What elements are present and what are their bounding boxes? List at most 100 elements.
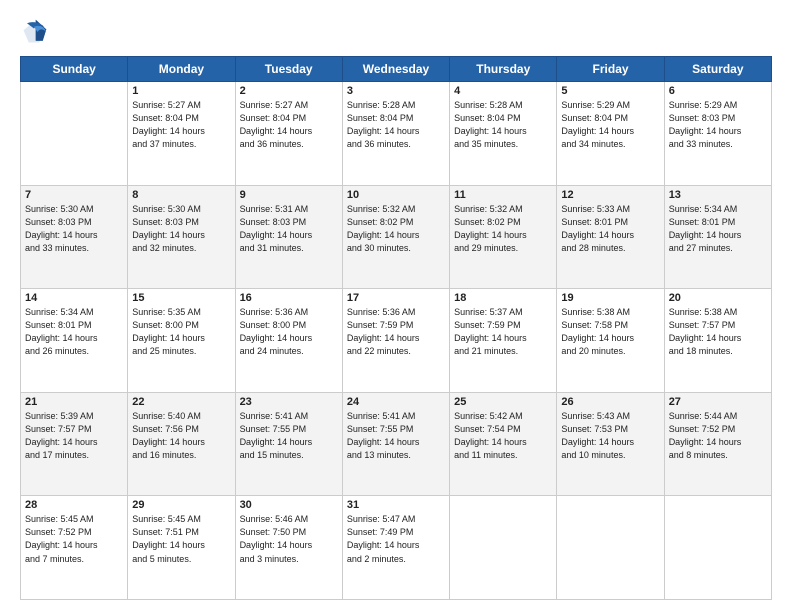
weekday-header: Sunday: [21, 57, 128, 82]
calendar-cell: 10 Sunrise: 5:32 AM Sunset: 8:02 PM Dayli…: [342, 185, 449, 289]
day-info: Sunrise: 5:43 AM Sunset: 7:53 PM Dayligh…: [561, 410, 659, 462]
logo-icon: [20, 18, 48, 46]
calendar-cell: 15 Sunrise: 5:35 AM Sunset: 8:00 PM Dayli…: [128, 289, 235, 393]
day-number: 17: [347, 292, 445, 304]
day-info: Sunrise: 5:42 AM Sunset: 7:54 PM Dayligh…: [454, 410, 552, 462]
calendar-cell: 22 Sunrise: 5:40 AM Sunset: 7:56 PM Dayli…: [128, 392, 235, 496]
day-number: 27: [669, 396, 767, 408]
calendar-cell: 16Sunrise: 5:36 AM Sunset: 8:00 PM Dayli…: [235, 289, 342, 393]
day-number: 31: [347, 499, 445, 511]
day-info: Sunrise: 5:38 AM Sunset: 7:57 PM Dayligh…: [669, 306, 767, 358]
day-info: Sunrise: 5:29 AM Sunset: 8:04 PM Dayligh…: [561, 99, 659, 151]
calendar-cell: 2 Sunrise: 5:27 AM Sunset: 8:04 PM Daylig…: [235, 82, 342, 186]
day-number: 18: [454, 292, 552, 304]
day-number: 13: [669, 189, 767, 201]
day-info: Sunrise: 5:28 AM Sunset: 8:04 PM Dayligh…: [454, 99, 552, 151]
day-info: Sunrise: 5:35 AM Sunset: 8:00 PM Dayligh…: [132, 306, 230, 358]
calendar-cell: 9 Sunrise: 5:31 AM Sunset: 8:03 PM Daylig…: [235, 185, 342, 289]
weekday-header: Tuesday: [235, 57, 342, 82]
day-info: Sunrise: 5:27 AM Sunset: 8:04 PM Dayligh…: [240, 99, 338, 151]
calendar-cell: 4 Sunrise: 5:28 AM Sunset: 8:04 PM Daylig…: [450, 82, 557, 186]
day-info: Sunrise: 5:32 AM Sunset: 8:02 PM Dayligh…: [454, 203, 552, 255]
day-info: Sunrise: 5:45 AM Sunset: 7:51 PM Dayligh…: [132, 513, 230, 565]
calendar-cell: 17 Sunrise: 5:36 AM Sunset: 7:59 PM Dayli…: [342, 289, 449, 393]
day-number: 30: [240, 499, 338, 511]
calendar-week-row: 7 Sunrise: 5:30 AM Sunset: 8:03 PM Daylig…: [21, 185, 772, 289]
weekday-header: Thursday: [450, 57, 557, 82]
day-number: 12: [561, 189, 659, 201]
calendar-cell: 8Sunrise: 5:30 AM Sunset: 8:03 PM Daylig…: [128, 185, 235, 289]
day-number: 11: [454, 189, 552, 201]
calendar-week-row: 21 Sunrise: 5:39 AM Sunset: 7:57 PM Dayli…: [21, 392, 772, 496]
day-info: Sunrise: 5:45 AM Sunset: 7:52 PM Dayligh…: [25, 513, 123, 565]
day-info: Sunrise: 5:38 AM Sunset: 7:58 PM Dayligh…: [561, 306, 659, 358]
calendar-cell: 19 Sunrise: 5:38 AM Sunset: 7:58 PM Dayli…: [557, 289, 664, 393]
weekday-header: Monday: [128, 57, 235, 82]
calendar-cell: [21, 82, 128, 186]
calendar-table: SundayMondayTuesdayWednesdayThursdayFrid…: [20, 56, 772, 600]
day-info: Sunrise: 5:28 AM Sunset: 8:04 PM Dayligh…: [347, 99, 445, 151]
day-info: Sunrise: 5:32 AM Sunset: 8:02 PM Dayligh…: [347, 203, 445, 255]
calendar-header-row: SundayMondayTuesdayWednesdayThursdayFrid…: [21, 57, 772, 82]
day-number: 14: [25, 292, 123, 304]
calendar-cell: 26 Sunrise: 5:43 AM Sunset: 7:53 PM Dayli…: [557, 392, 664, 496]
calendar-cell: [450, 496, 557, 600]
page-header: [20, 18, 772, 46]
day-info: Sunrise: 5:39 AM Sunset: 7:57 PM Dayligh…: [25, 410, 123, 462]
calendar-cell: 18 Sunrise: 5:37 AM Sunset: 7:59 PM Dayli…: [450, 289, 557, 393]
calendar-cell: [557, 496, 664, 600]
day-number: 10: [347, 189, 445, 201]
day-info: Sunrise: 5:30 AM Sunset: 8:03 PM Dayligh…: [25, 203, 123, 255]
day-number: 28: [25, 499, 123, 511]
calendar-cell: 6Sunrise: 5:29 AM Sunset: 8:03 PM Daylig…: [664, 82, 771, 186]
day-number: 2: [240, 85, 338, 97]
calendar-cell: 27 Sunrise: 5:44 AM Sunset: 7:52 PM Dayli…: [664, 392, 771, 496]
day-number: 21: [25, 396, 123, 408]
day-info: Sunrise: 5:29 AM Sunset: 8:03 PM Dayligh…: [669, 99, 767, 151]
calendar-week-row: 1 Sunrise: 5:27 AM Sunset: 8:04 PM Daylig…: [21, 82, 772, 186]
calendar-cell: 30 Sunrise: 5:46 AM Sunset: 7:50 PM Dayli…: [235, 496, 342, 600]
day-number: 25: [454, 396, 552, 408]
day-number: 22: [132, 396, 230, 408]
calendar-cell: 23Sunrise: 5:41 AM Sunset: 7:55 PM Dayli…: [235, 392, 342, 496]
day-number: 3: [347, 85, 445, 97]
day-number: 1: [132, 85, 230, 97]
calendar-cell: 12Sunrise: 5:33 AM Sunset: 8:01 PM Dayli…: [557, 185, 664, 289]
day-info: Sunrise: 5:34 AM Sunset: 8:01 PM Dayligh…: [25, 306, 123, 358]
calendar-cell: 13 Sunrise: 5:34 AM Sunset: 8:01 PM Dayli…: [664, 185, 771, 289]
calendar-cell: 24 Sunrise: 5:41 AM Sunset: 7:55 PM Dayli…: [342, 392, 449, 496]
day-info: Sunrise: 5:27 AM Sunset: 8:04 PM Dayligh…: [132, 99, 230, 151]
day-info: Sunrise: 5:47 AM Sunset: 7:49 PM Dayligh…: [347, 513, 445, 565]
day-number: 29: [132, 499, 230, 511]
calendar-cell: 29 Sunrise: 5:45 AM Sunset: 7:51 PM Dayli…: [128, 496, 235, 600]
day-number: 16: [240, 292, 338, 304]
day-info: Sunrise: 5:41 AM Sunset: 7:55 PM Dayligh…: [347, 410, 445, 462]
day-info: Sunrise: 5:46 AM Sunset: 7:50 PM Dayligh…: [240, 513, 338, 565]
calendar-cell: 1 Sunrise: 5:27 AM Sunset: 8:04 PM Daylig…: [128, 82, 235, 186]
day-number: 7: [25, 189, 123, 201]
day-number: 26: [561, 396, 659, 408]
day-info: Sunrise: 5:36 AM Sunset: 7:59 PM Dayligh…: [347, 306, 445, 358]
day-info: Sunrise: 5:34 AM Sunset: 8:01 PM Dayligh…: [669, 203, 767, 255]
day-info: Sunrise: 5:44 AM Sunset: 7:52 PM Dayligh…: [669, 410, 767, 462]
weekday-header: Saturday: [664, 57, 771, 82]
calendar-cell: 7 Sunrise: 5:30 AM Sunset: 8:03 PM Daylig…: [21, 185, 128, 289]
calendar-cell: 11 Sunrise: 5:32 AM Sunset: 8:02 PM Dayli…: [450, 185, 557, 289]
weekday-header: Wednesday: [342, 57, 449, 82]
day-number: 15: [132, 292, 230, 304]
weekday-header: Friday: [557, 57, 664, 82]
day-number: 4: [454, 85, 552, 97]
day-number: 19: [561, 292, 659, 304]
calendar-cell: 28 Sunrise: 5:45 AM Sunset: 7:52 PM Dayli…: [21, 496, 128, 600]
calendar-week-row: 28 Sunrise: 5:45 AM Sunset: 7:52 PM Dayli…: [21, 496, 772, 600]
day-number: 20: [669, 292, 767, 304]
day-info: Sunrise: 5:40 AM Sunset: 7:56 PM Dayligh…: [132, 410, 230, 462]
calendar-cell: 31 Sunrise: 5:47 AM Sunset: 7:49 PM Dayli…: [342, 496, 449, 600]
day-info: Sunrise: 5:37 AM Sunset: 7:59 PM Dayligh…: [454, 306, 552, 358]
day-info: Sunrise: 5:30 AM Sunset: 8:03 PM Dayligh…: [132, 203, 230, 255]
day-number: 5: [561, 85, 659, 97]
day-number: 24: [347, 396, 445, 408]
day-number: 9: [240, 189, 338, 201]
day-info: Sunrise: 5:31 AM Sunset: 8:03 PM Dayligh…: [240, 203, 338, 255]
day-info: Sunrise: 5:41 AM Sunset: 7:55 PM Dayligh…: [240, 410, 338, 462]
